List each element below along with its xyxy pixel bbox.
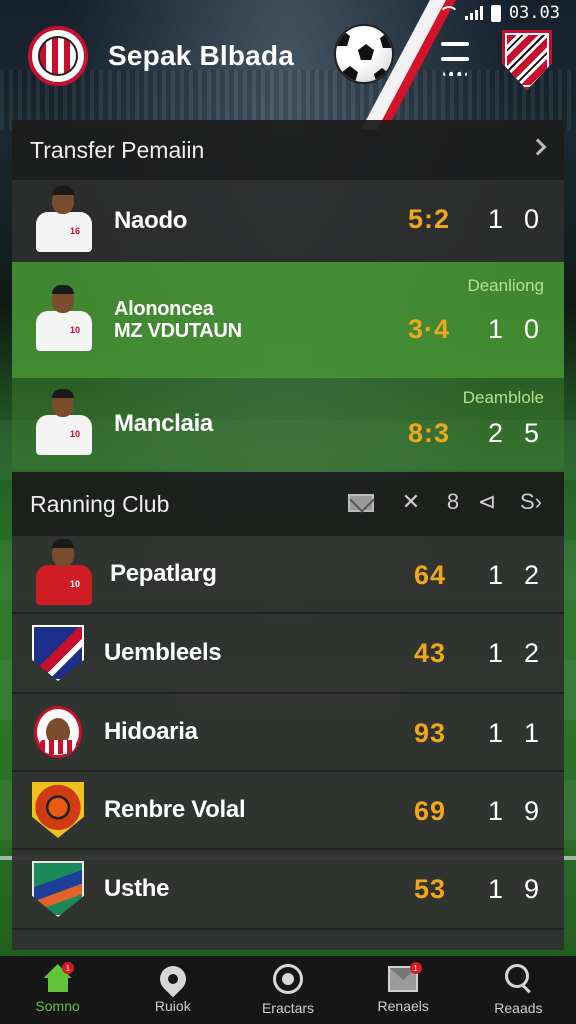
stat-a: 1 (488, 796, 504, 826)
stat-a: 1 (488, 560, 504, 590)
nav-label: Somno (35, 998, 80, 1014)
location-icon (154, 960, 192, 998)
stat-a: 1 (488, 204, 504, 234)
club-badge-icon (32, 782, 84, 838)
club-row-partial (12, 930, 564, 950)
transfer-row-highlighted[interactable]: 10 Alononcea MZ VDUTAUN Deanliong 3·4 1 … (12, 262, 564, 378)
player-avatar: 10 (32, 389, 96, 457)
nav-ruiok[interactable]: Ruiok (115, 956, 230, 1024)
chevron-right-icon[interactable] (529, 138, 547, 156)
club-row[interactable]: Usthe 53 1 9 (12, 850, 564, 930)
club-points: 64 (414, 560, 447, 590)
transfer-status-tag: Deanliong (467, 276, 544, 295)
nav-home[interactable]: 1 Somno (0, 956, 115, 1024)
transfer-score: 3·4 (408, 314, 451, 344)
player-avatar: 16 (32, 186, 96, 254)
transfer-row[interactable]: 10 Manclaia Deamblole 8:3 2 5 (12, 378, 564, 470)
club-name: Pepatlarg (110, 560, 217, 587)
nav-label: Renaels (377, 998, 429, 1014)
player-name: Alononcea MZ VDUTAUN (114, 298, 242, 342)
stat-b: 2 (524, 560, 540, 590)
stat-a: 1 (488, 874, 504, 904)
filter-8-tab[interactable]: 8 (438, 489, 468, 514)
club-row[interactable]: Hidoaria 93 1 1 (12, 694, 564, 772)
stat-b: 9 (524, 874, 540, 904)
transfer-score: 8:3 (408, 418, 451, 448)
club-player-avatar: 10 (32, 539, 92, 607)
nav-eractars[interactable]: Eractars (230, 956, 345, 1024)
club-points: 53 (414, 874, 447, 904)
stat-b: 0 (524, 204, 540, 234)
transfer-status-tag: Deamblole (462, 388, 544, 407)
club-shield-icon[interactable] (502, 30, 552, 90)
player-name: Naodo (114, 207, 188, 234)
app-title: Sepak Blbada (108, 40, 295, 71)
club-points: 93 (414, 718, 447, 748)
notification-badge: 1 (409, 962, 422, 974)
club-badge-icon (32, 861, 84, 917)
transfer-panel-header[interactable]: Transfer Pemaiin (12, 120, 564, 180)
stat-b: 9 (524, 796, 540, 826)
search-icon (503, 964, 533, 994)
club-row[interactable]: Uembleels 43 1 2 (12, 614, 564, 694)
ranking-panel: Ranning Club ✕ 8 ⊲ S› 10 Pepatlarg 64 1 … (12, 472, 564, 950)
transfer-score: 5:2 (408, 204, 451, 234)
nav-renaels[interactable]: 1 Renaels (346, 956, 461, 1024)
club-badge-icon (32, 704, 84, 760)
nav-reaads[interactable]: Reaads (461, 956, 576, 1024)
club-name: Renbre Volal (104, 796, 246, 823)
football-icon (334, 24, 394, 84)
status-time: 03.03 (508, 3, 560, 23)
mail-icon[interactable] (348, 494, 374, 512)
stat-b: 5 (524, 418, 540, 448)
player-name: Manclaia (114, 410, 213, 437)
signal-icon (464, 6, 483, 20)
club-row[interactable]: Renbre Volal 69 1 9 (12, 772, 564, 850)
stat-b: 1 (524, 718, 540, 748)
club-name: Uembleels (104, 639, 222, 666)
ranking-panel-header: Ranning Club ✕ 8 ⊲ S› (12, 472, 564, 536)
menu-button[interactable] (436, 42, 474, 76)
club-logo[interactable] (28, 26, 88, 86)
transfer-panel-title: Transfer Pemaiin (30, 136, 205, 163)
transfer-row[interactable]: 16 Naodo 5:2 1 0 (12, 180, 564, 262)
stat-a: 2 (488, 418, 504, 448)
club-badge-icon (32, 625, 84, 681)
bottom-nav: 1 Somno Ruiok Eractars 1 Renaels Reaads (0, 956, 576, 1024)
transfer-panel: Transfer Pemaiin 16 Naodo 5:2 1 0 10 Alo… (12, 120, 564, 470)
close-icon[interactable]: ✕ (396, 489, 426, 514)
nav-label: Ruiok (154, 998, 191, 1014)
club-points: 69 (414, 796, 447, 826)
club-points: 43 (414, 638, 447, 668)
target-icon (273, 964, 303, 994)
sort-tab[interactable]: S› (516, 489, 546, 514)
status-bar: 03.03 (437, 2, 560, 24)
wifi-icon (437, 6, 459, 20)
stat-b: 0 (524, 314, 540, 344)
club-row[interactable]: 10 Pepatlarg 64 1 2 (12, 536, 564, 614)
nav-label: Eractars (261, 1000, 315, 1016)
notification-badge: 1 (62, 962, 74, 974)
stat-a: 1 (488, 718, 504, 748)
battery-icon (490, 4, 501, 22)
share-icon[interactable]: ⊲ (472, 489, 502, 514)
club-name: Hidoaria (104, 718, 198, 745)
stat-a: 1 (488, 638, 504, 668)
app-header: Sepak Blbada (0, 24, 576, 94)
club-name: Usthe (104, 875, 170, 902)
player-avatar: 10 (32, 285, 96, 353)
stat-a: 1 (488, 314, 504, 344)
stat-b: 2 (524, 638, 540, 668)
nav-label: Reaads (494, 1000, 543, 1016)
ranking-panel-title: Ranning Club (30, 490, 170, 517)
